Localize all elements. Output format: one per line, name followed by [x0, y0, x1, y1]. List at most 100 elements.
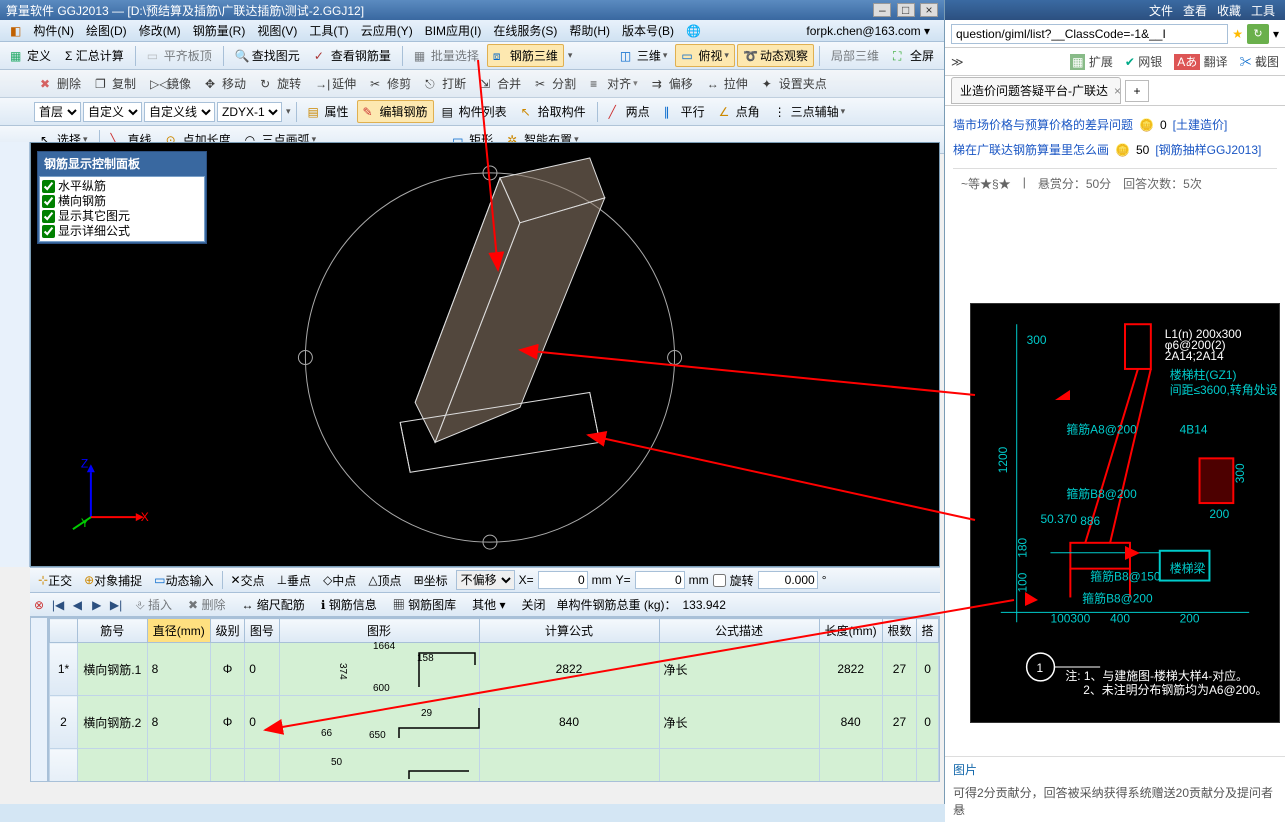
- copy-button[interactable]: ❐复制: [89, 72, 142, 95]
- ext-expand[interactable]: ▦ 扩展: [1070, 53, 1113, 70]
- menu-modify[interactable]: 修改(M): [135, 20, 185, 41]
- attr-button[interactable]: ▤属性: [302, 100, 355, 123]
- table-row[interactable]: 2 横向钢筋.2 8 Φ 0 29 650 66 840 净长 840 27: [50, 696, 939, 749]
- go-button[interactable]: ↻: [1247, 24, 1269, 44]
- mid-snap[interactable]: ◇ 中点: [319, 570, 360, 591]
- ext-translate[interactable]: Aあ 翻译: [1174, 53, 1227, 70]
- flatslab-button[interactable]: ▭平齐板顶: [141, 44, 218, 67]
- extend-button[interactable]: →|延伸: [309, 72, 362, 95]
- menu-help[interactable]: 帮助(H): [565, 20, 614, 41]
- y-input[interactable]: [635, 571, 685, 589]
- menu-rebar[interactable]: 钢筋量(R): [189, 20, 250, 41]
- complist-button[interactable]: ▤构件列表: [436, 100, 513, 123]
- batchsel-button[interactable]: ▦批量选择: [408, 44, 485, 67]
- table-row[interactable]: 1* 横向钢筋.1 8 Φ 0 1664 158 374 600 2822 净长…: [50, 643, 939, 696]
- align-button[interactable]: ≡对齐▾: [584, 72, 644, 95]
- dropdown-icon[interactable]: ▾: [568, 50, 573, 61]
- part3d-button[interactable]: 局部三维: [825, 44, 885, 67]
- dropdown-icon[interactable]: ▾: [1273, 27, 1279, 41]
- category[interactable]: [钢筋抽样GGJ2013]: [1155, 141, 1261, 158]
- menu-online[interactable]: 在线服务(S): [489, 20, 561, 41]
- apex-snap[interactable]: △ 顶点: [364, 570, 405, 591]
- rebar-info-button[interactable]: ℹ 钢筋信息: [316, 594, 382, 615]
- close-panel-icon[interactable]: ⊗: [34, 598, 44, 612]
- nav-prev[interactable]: ◀: [69, 598, 85, 612]
- delete-row-button[interactable]: ✖ 删除: [183, 594, 230, 615]
- scalebar-button[interactable]: ↔ 缩尺配筋: [236, 594, 309, 615]
- floor-select[interactable]: 首层: [34, 102, 81, 122]
- editrebar-button[interactable]: ✎编辑钢筋: [357, 100, 434, 123]
- more-icon[interactable]: ≫: [951, 55, 964, 69]
- code-select[interactable]: ZDYX-1: [217, 102, 282, 122]
- maximize-button[interactable]: □: [897, 3, 915, 17]
- list-item[interactable]: 梯在广联达钢筋算量里怎么画 🪙 50 [钢筋抽样GGJ2013]: [953, 137, 1277, 162]
- move-button[interactable]: ✥移动: [199, 72, 252, 95]
- panel-item-vrebar[interactable]: 横向钢筋: [42, 194, 202, 209]
- tool-menu[interactable]: 工具: [1251, 2, 1275, 18]
- rebar-lib-button[interactable]: ▦ 钢筋图库: [388, 594, 461, 615]
- perp-snap[interactable]: ⊥ 垂点: [273, 570, 315, 591]
- panel-item-formula[interactable]: 显示详细公式: [42, 224, 202, 239]
- offset-mode-select[interactable]: 不偏移: [456, 570, 515, 590]
- merge-button[interactable]: ⇲合并: [474, 72, 527, 95]
- other-button[interactable]: 其他 ▾: [467, 594, 510, 615]
- user-account[interactable]: forpk.chen@163.com ▾: [802, 22, 934, 40]
- stretch-button[interactable]: ↔拉伸: [701, 72, 754, 95]
- triaux-button[interactable]: ⋮三点辅轴▾: [768, 100, 852, 123]
- nav-next[interactable]: ▶: [89, 598, 105, 612]
- topview-button[interactable]: ▭俯视▾: [675, 44, 735, 67]
- setclamp-button[interactable]: ✦设置夹点: [756, 72, 833, 95]
- rotate-checkbox[interactable]: [713, 574, 726, 587]
- category[interactable]: [土建造价]: [1173, 116, 1228, 133]
- close-button[interactable]: 关闭: [516, 594, 550, 615]
- offset-button[interactable]: ⇉偏移: [646, 72, 699, 95]
- table-row[interactable]: 50: [50, 749, 939, 783]
- minimize-button[interactable]: ‒: [873, 3, 891, 17]
- coord-snap[interactable]: ⊞ 坐标: [410, 570, 452, 591]
- new-tab-button[interactable]: +: [1125, 80, 1149, 102]
- fav-menu[interactable]: 收藏: [1217, 2, 1241, 18]
- panel-item-other[interactable]: 显示其它图元: [42, 209, 202, 224]
- ortho-toggle[interactable]: ⊹ 正交: [34, 570, 76, 591]
- intersect-snap[interactable]: ✕ 交点: [227, 570, 269, 591]
- menu-version[interactable]: 版本号(B): [618, 20, 678, 41]
- x-input[interactable]: [538, 571, 588, 589]
- osnap-toggle[interactable]: ⊕ 对象捕捉: [80, 570, 146, 591]
- rot-input[interactable]: [758, 571, 818, 589]
- menu-component[interactable]: 构件(N): [29, 20, 78, 41]
- picture-label[interactable]: 图片: [953, 761, 1277, 778]
- list-item[interactable]: 墙市场价格与预算价格的差异问题 🪙 0 [土建造价]: [953, 112, 1277, 137]
- parallel-button[interactable]: ∥平行: [658, 100, 711, 123]
- question-link[interactable]: 梯在广联达钢筋算量里怎么画: [953, 141, 1109, 158]
- menu-draw[interactable]: 绘图(D): [82, 20, 131, 41]
- menu-view[interactable]: 视图(V): [253, 20, 301, 41]
- rebar-grid[interactable]: 筋号 直径(mm) 级别 图号 图形 计算公式 公式描述 长度(mm) 根数 搭…: [48, 617, 940, 782]
- panel-item-hrebar[interactable]: 水平纵筋: [42, 179, 202, 194]
- menu-cloud[interactable]: 云应用(Y): [357, 20, 417, 41]
- rebar-display-panel[interactable]: 钢筋显示控制面板 水平纵筋 横向钢筋 显示其它图元 显示详细公式: [37, 151, 207, 244]
- pickcomp-button[interactable]: ↖拾取构件: [515, 100, 592, 123]
- url-input[interactable]: [951, 24, 1228, 44]
- fullscreen-button[interactable]: ⛶全屏: [887, 44, 940, 67]
- viewrebar-button[interactable]: ✓查看钢筋量: [308, 44, 397, 67]
- browser-tab[interactable]: 业造价问题答疑平台-广联达×: [951, 77, 1121, 104]
- menu-tool[interactable]: 工具(T): [305, 20, 352, 41]
- custom-select[interactable]: 自定义: [83, 102, 142, 122]
- dyninput-toggle[interactable]: ▭ 动态输入: [150, 570, 217, 591]
- question-link[interactable]: 墙市场价格与预算价格的差异问题: [953, 116, 1133, 133]
- findent-button[interactable]: 🔍查找图元: [229, 44, 306, 67]
- rebar3d-button[interactable]: ⧈钢筋三维: [487, 44, 564, 67]
- nav-first[interactable]: |◀: [50, 598, 66, 612]
- define-button[interactable]: ▦定义: [4, 44, 57, 67]
- split-button[interactable]: ✂分割: [529, 72, 582, 95]
- ext-bank[interactable]: ✔ 网银: [1125, 53, 1162, 70]
- rotate-button[interactable]: ↻旋转: [254, 72, 307, 95]
- ext-screenshot[interactable]: ✂ 截图: [1240, 53, 1279, 70]
- nav-last[interactable]: ▶|: [108, 598, 124, 612]
- view-menu[interactable]: 查看: [1183, 2, 1207, 18]
- tool-icon[interactable]: ◧: [6, 22, 25, 40]
- 3d-button[interactable]: ◫三维▾: [614, 44, 674, 67]
- break-button[interactable]: ⎋打断: [419, 72, 472, 95]
- mirror-button[interactable]: ▷◁镜像: [144, 72, 197, 95]
- file-menu[interactable]: 文件: [1149, 2, 1173, 18]
